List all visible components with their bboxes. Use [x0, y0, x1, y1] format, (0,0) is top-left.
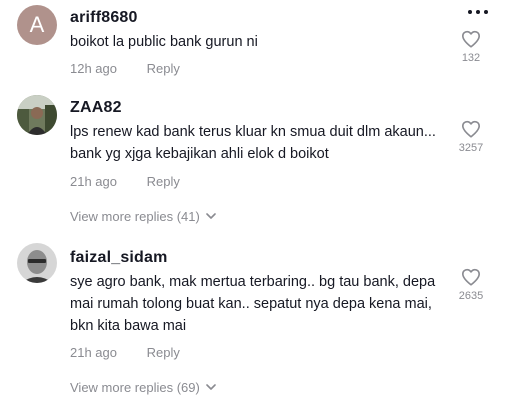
- reply-button[interactable]: Reply: [147, 174, 180, 189]
- like-count: 132: [461, 52, 481, 64]
- heart-outline-icon: [462, 30, 480, 48]
- avatar[interactable]: [17, 243, 57, 283]
- chevron-down-icon: [206, 384, 216, 390]
- like-button[interactable]: 2635: [454, 268, 488, 302]
- heart-outline-icon: [462, 268, 480, 286]
- reply-button[interactable]: Reply: [147, 345, 180, 360]
- view-more-label: View more replies (69): [70, 380, 200, 395]
- more-options-icon[interactable]: [468, 10, 488, 14]
- comment-time: 21h ago: [70, 345, 117, 360]
- comment-meta: 21h ago Reply: [70, 174, 180, 189]
- view-more-replies[interactable]: View more replies (41): [70, 209, 216, 224]
- comment-text: lps renew kad bank terus kluar kn smua d…: [70, 124, 436, 162]
- heart-outline-icon: [462, 120, 480, 138]
- like-count: 3257: [458, 142, 484, 154]
- avatar[interactable]: [17, 95, 57, 135]
- avatar-letter: A: [29, 12, 45, 37]
- view-more-replies[interactable]: View more replies (69): [70, 380, 216, 395]
- comment-time: 21h ago: [70, 174, 117, 189]
- username[interactable]: ariff8680: [70, 9, 138, 27]
- username[interactable]: ZAA82: [70, 99, 122, 117]
- chevron-down-icon: [206, 213, 216, 219]
- avatar-photo: [17, 243, 57, 283]
- comment-text: sye agro bank, mak mertua terbaring.. bg…: [70, 274, 436, 334]
- comment-time: 12h ago: [70, 61, 117, 76]
- comment-meta: 12h ago Reply: [70, 61, 180, 76]
- comment-meta: 21h ago Reply: [70, 345, 180, 360]
- reply-button[interactable]: Reply: [147, 61, 180, 76]
- username[interactable]: faizal_sidam: [70, 249, 168, 267]
- like-button[interactable]: 132: [454, 30, 488, 64]
- view-more-label: View more replies (41): [70, 209, 200, 224]
- avatar-photo: [17, 95, 57, 135]
- comment-text: boikot la public bank gurun ni: [70, 34, 258, 50]
- avatar[interactable]: A: [17, 5, 57, 45]
- like-count: 2635: [458, 290, 484, 302]
- like-button[interactable]: 3257: [454, 120, 488, 154]
